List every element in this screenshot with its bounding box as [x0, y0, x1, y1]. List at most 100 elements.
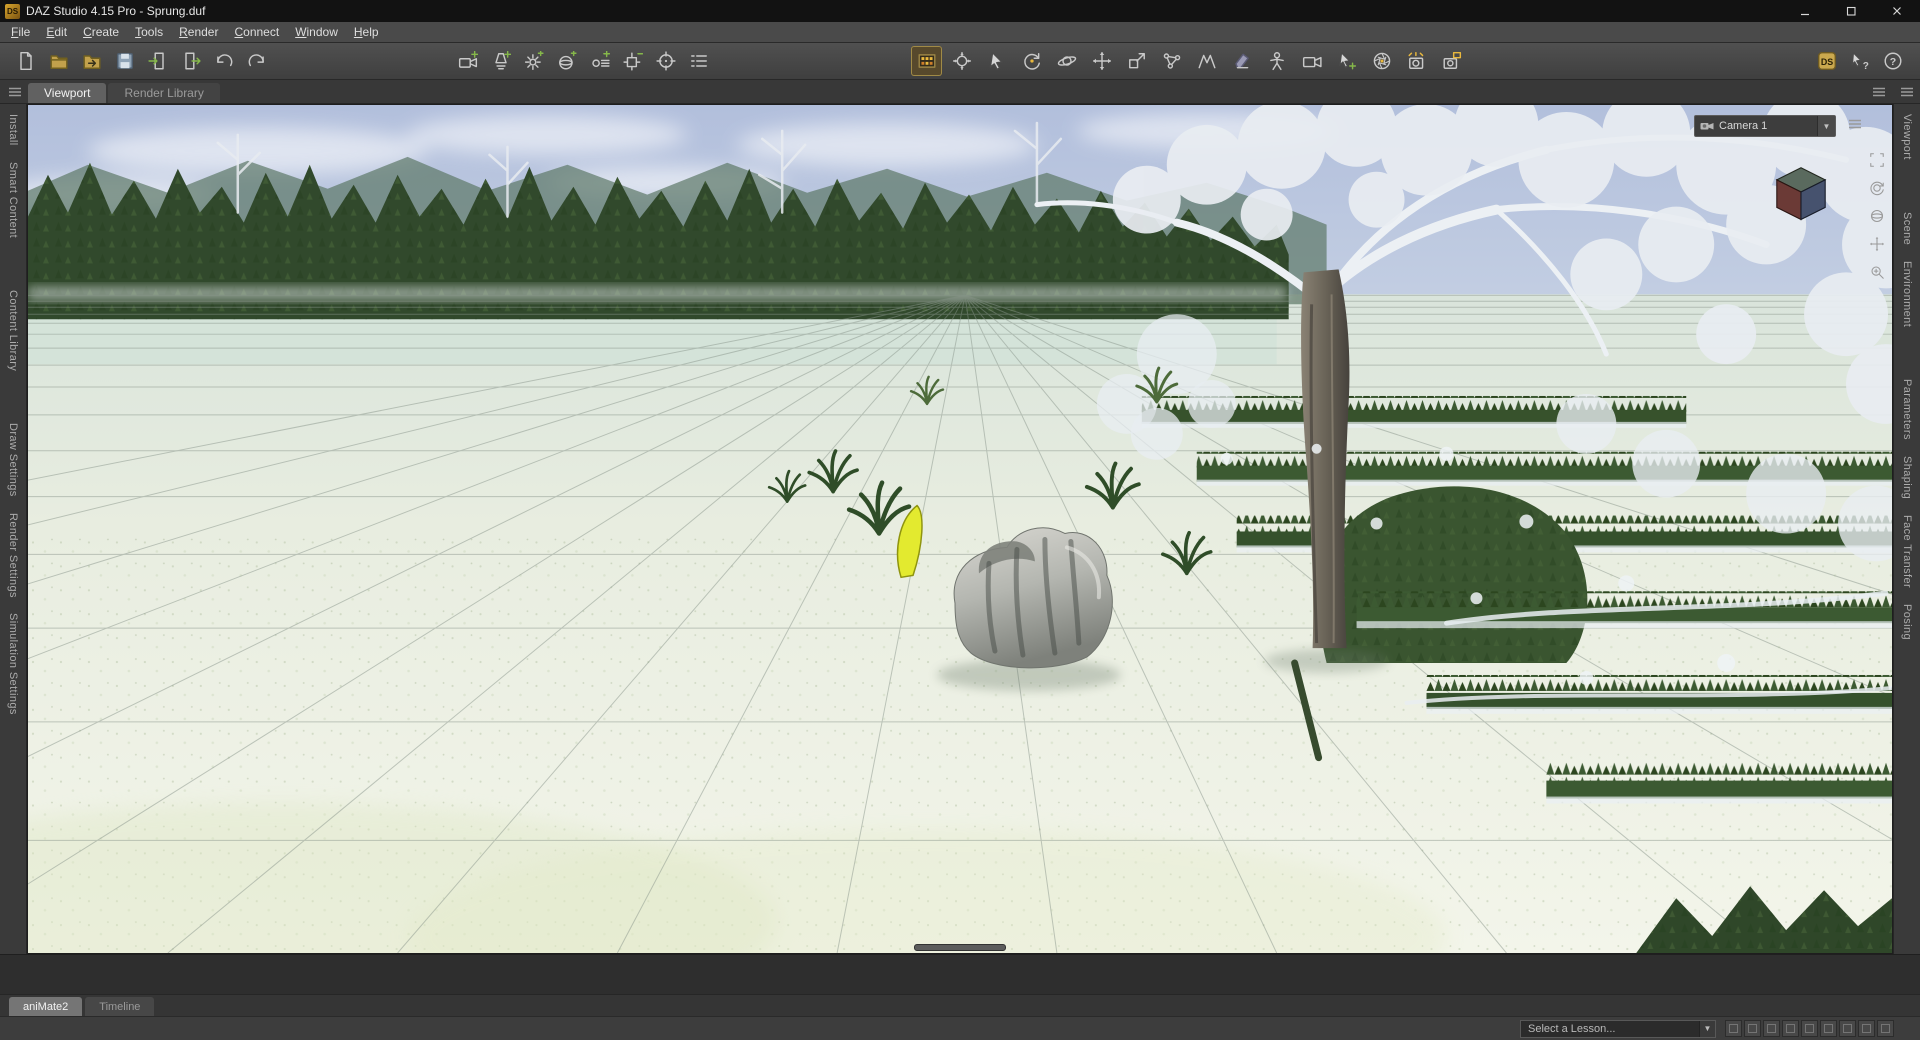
menu-item-render[interactable]: Render — [171, 23, 226, 41]
render-tool-icon — [1408, 51, 1423, 69]
merge-file-button[interactable] — [76, 46, 107, 76]
lesson-mini-button-6[interactable] — [1820, 1020, 1837, 1037]
panel-tab-shaping[interactable]: Shaping — [1901, 456, 1913, 499]
camera-dolly-icon[interactable] — [1868, 263, 1885, 280]
add-primitive-button[interactable] — [551, 46, 582, 76]
menu-item-edit[interactable]: Edit — [38, 23, 75, 41]
lens-tool-button[interactable] — [1366, 46, 1397, 76]
tab-animate2[interactable]: aniMate2 — [9, 997, 83, 1016]
panel-tab-face-transfer[interactable]: Face Transfer — [1901, 515, 1913, 588]
render-tool-button[interactable] — [1401, 46, 1432, 76]
translate-tool-button[interactable] — [1086, 46, 1117, 76]
maximize-button[interactable] — [1828, 0, 1874, 22]
lesson-mini-button-1[interactable] — [1725, 1020, 1742, 1037]
camera-frame-icon[interactable] — [1868, 151, 1885, 168]
universal-tool-button[interactable] — [946, 46, 977, 76]
lesson-mini-button-7[interactable] — [1839, 1020, 1856, 1037]
camera-pan-icon[interactable] — [1868, 235, 1885, 252]
whats-this-icon: ? — [1851, 51, 1868, 71]
panel-tab-simulation-settings[interactable]: Simulation Settings — [7, 613, 19, 715]
rotate-tool-icon — [1023, 53, 1040, 70]
help-button[interactable]: ? — [1877, 46, 1908, 76]
daz-central-button[interactable]: DS — [1811, 46, 1842, 76]
surface-tool-icon — [1234, 53, 1249, 69]
undo-button[interactable] — [208, 46, 239, 76]
pane-menu-icon[interactable] — [0, 86, 28, 103]
rotate-tool-button[interactable] — [1016, 46, 1047, 76]
add-distant-light-button[interactable] — [584, 46, 615, 76]
menu-item-file[interactable]: File — [3, 23, 38, 41]
spot-render-tool-button[interactable] — [1436, 46, 1467, 76]
panel-tab-posing[interactable]: Posing — [1901, 604, 1913, 640]
lesson-selector[interactable]: Select a Lesson... ▼ — [1520, 1019, 1716, 1038]
view-orientation-cube[interactable] — [1768, 159, 1834, 225]
surface-tool-button[interactable] — [1226, 46, 1257, 76]
menu-item-connect[interactable]: Connect — [226, 23, 287, 41]
panel-tab-install[interactable]: Install — [7, 114, 19, 146]
measure-tool-button[interactable] — [1191, 46, 1222, 76]
pane-splitter-handle[interactable] — [914, 944, 1006, 951]
viewport-options-icon[interactable] — [1848, 118, 1862, 133]
menu-item-create[interactable]: Create — [75, 23, 127, 41]
camera-rotate-icon[interactable] — [1868, 207, 1885, 224]
node-selection-tool-button[interactable] — [981, 46, 1012, 76]
menu-item-tools[interactable]: Tools — [127, 23, 171, 41]
whats-this-button[interactable]: ? — [1844, 46, 1875, 76]
node-editor-tool-button[interactable] — [1156, 46, 1187, 76]
menu-item-help[interactable]: Help — [346, 23, 387, 41]
right-pane-menu-icon[interactable] — [1892, 86, 1920, 103]
open-file-button[interactable] — [43, 46, 74, 76]
tab-render-library[interactable]: Render Library — [108, 83, 220, 103]
aim-frame-button[interactable] — [650, 46, 681, 76]
viewport-3d[interactable]: Camera 1 ▼ — [27, 104, 1893, 954]
list-options-button[interactable] — [683, 46, 714, 76]
camera-tool-button[interactable] — [1296, 46, 1327, 76]
redo-button[interactable] — [241, 46, 272, 76]
add-point-light-icon — [524, 51, 544, 71]
lesson-mini-button-9[interactable] — [1877, 1020, 1894, 1037]
lesson-mini-button-2[interactable] — [1744, 1020, 1761, 1037]
import-file-button[interactable] — [142, 46, 173, 76]
chevron-down-icon[interactable]: ▼ — [1699, 1020, 1715, 1037]
pointer-plus-tool-button[interactable] — [1331, 46, 1362, 76]
tab-timeline[interactable]: Timeline — [85, 997, 155, 1016]
viewport-tabs: Viewport Render Library — [28, 83, 222, 103]
app-logo-icon: DS — [5, 3, 20, 19]
chevron-down-icon[interactable]: ▼ — [1817, 116, 1835, 136]
orbit-tool-button[interactable] — [1051, 46, 1082, 76]
scale-tool-button[interactable] — [1121, 46, 1152, 76]
save-file-button[interactable] — [109, 46, 140, 76]
lesson-mini-button-5[interactable] — [1801, 1020, 1818, 1037]
minimize-button[interactable] — [1782, 0, 1828, 22]
camera-selector[interactable]: Camera 1 ▼ — [1694, 115, 1836, 137]
scene-navigator-button[interactable] — [911, 46, 942, 76]
hamburger-icon — [1849, 119, 1861, 129]
add-null-button[interactable] — [617, 46, 648, 76]
toolbar-group-help: DS?? — [1811, 46, 1910, 76]
camera-orbit-icon[interactable] — [1868, 179, 1885, 196]
panel-tab-smart-content[interactable]: Smart Content — [7, 162, 19, 238]
panel-tab-parameters[interactable]: Parameters — [1901, 379, 1913, 440]
lesson-mini-button-3[interactable] — [1763, 1020, 1780, 1037]
dock-options-icon[interactable] — [1864, 86, 1892, 103]
lesson-mini-button-8[interactable] — [1858, 1020, 1875, 1037]
menu-item-window[interactable]: Window — [287, 23, 346, 41]
panel-tab-scene[interactable]: Scene — [1901, 212, 1913, 245]
panel-tab-draw-settings[interactable]: Draw Settings — [7, 423, 19, 497]
panel-tab-content-library[interactable]: Content Library — [7, 290, 19, 371]
viewport-3d-scene[interactable] — [28, 105, 1892, 953]
add-camera-button[interactable] — [452, 46, 483, 76]
viewport-tabrow: Viewport Render Library — [0, 80, 1920, 104]
panel-tab-viewport[interactable]: Viewport — [1901, 114, 1913, 160]
new-file-button[interactable] — [10, 46, 41, 76]
export-file-button[interactable] — [175, 46, 206, 76]
panel-tab-render-settings[interactable]: Render Settings — [7, 513, 19, 598]
figure-tool-button[interactable] — [1261, 46, 1292, 76]
close-button[interactable] — [1874, 0, 1920, 22]
lesson-mini-button-4[interactable] — [1782, 1020, 1799, 1037]
page-icon — [1881, 1024, 1890, 1033]
add-point-light-button[interactable] — [518, 46, 549, 76]
tab-viewport[interactable]: Viewport — [28, 83, 107, 103]
panel-tab-environment[interactable]: Environment — [1901, 261, 1913, 327]
add-spotlight-button[interactable] — [485, 46, 516, 76]
